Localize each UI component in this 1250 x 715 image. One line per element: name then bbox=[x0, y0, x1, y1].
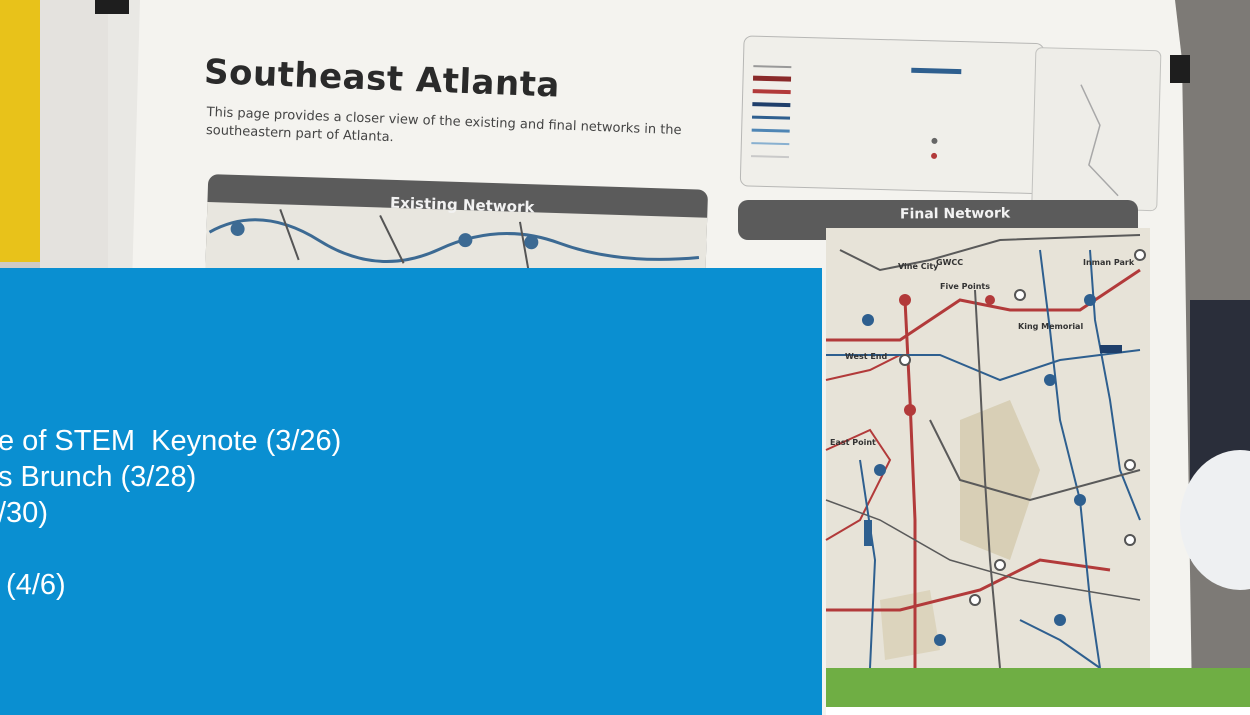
map-place-label: Inman Park bbox=[1083, 258, 1135, 267]
map-place-label: Vine City bbox=[898, 262, 939, 271]
event-list: e of STEM Keynote (3/26) s Brunch (3/28)… bbox=[0, 423, 341, 603]
yellow-accent-bar bbox=[0, 0, 40, 262]
event-line bbox=[0, 531, 341, 567]
map-place-label: Five Points bbox=[940, 282, 991, 291]
map-place-label: East Point bbox=[830, 438, 876, 447]
event-line: e of STEM Keynote (3/26) bbox=[0, 425, 342, 457]
event-list-overlay: e of STEM Keynote (3/26) s Brunch (3/28)… bbox=[0, 268, 822, 715]
green-accent-bar bbox=[826, 668, 1250, 707]
binder-clip-right bbox=[1170, 55, 1190, 83]
map-legend bbox=[739, 35, 1162, 212]
event-line: /30) bbox=[0, 497, 48, 529]
event-line: (4/6) bbox=[0, 569, 66, 601]
event-line: s Brunch (3/28) bbox=[0, 461, 197, 493]
map-place-label: King Memorial bbox=[1018, 322, 1084, 331]
footer-strip bbox=[826, 707, 1250, 715]
map-place-label: GWCC bbox=[936, 258, 964, 267]
map-place-label: West End bbox=[845, 352, 888, 361]
binder-clip-left bbox=[95, 0, 129, 14]
final-network-tab: Final Network bbox=[899, 205, 1011, 223]
